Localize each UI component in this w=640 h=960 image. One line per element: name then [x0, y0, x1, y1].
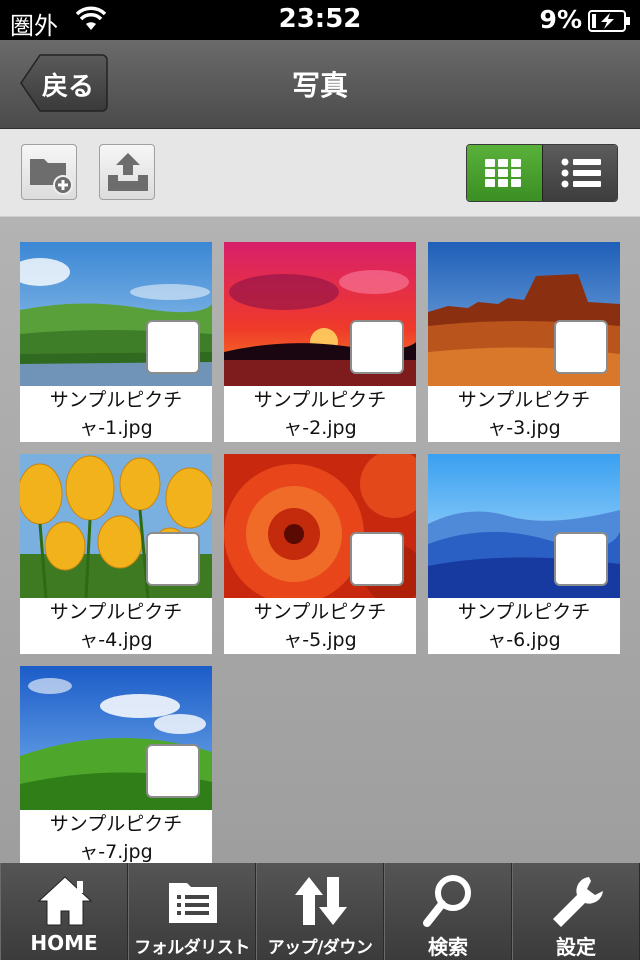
select-checkbox[interactable] — [146, 320, 200, 374]
select-checkbox[interactable] — [350, 320, 404, 374]
grid-view-button[interactable] — [467, 145, 542, 201]
folder-list-icon — [169, 883, 217, 923]
new-folder-icon — [30, 159, 73, 195]
tab-bar: HOME フォルダリスト アップ/ダウン 検索 設定 — [0, 863, 640, 960]
tab-settings[interactable]: 設定 — [512, 863, 640, 960]
list-icon — [561, 158, 601, 188]
battery-percent: 9% — [539, 5, 582, 34]
upload-button[interactable] — [99, 144, 155, 200]
view-mode-toggle — [466, 144, 618, 202]
photo-tile[interactable]: サンプルピクチ ャ-1.jpg — [20, 242, 212, 442]
tab-label: フォルダリスト — [134, 938, 250, 958]
wrench-icon — [553, 877, 603, 927]
page-title: 写真 — [291, 69, 348, 102]
photo-tile[interactable]: サンプルピクチ ャ-4.jpg — [20, 454, 212, 654]
toolbar — [0, 129, 640, 217]
photo-filename: サンプルピクチ ャ-3.jpg — [457, 389, 591, 439]
tab-home[interactable]: HOME — [0, 863, 128, 960]
photo-filename: サンプルピクチ ャ-4.jpg — [49, 601, 183, 651]
photo-tile[interactable]: サンプルピクチ ャ-7.jpg — [20, 666, 212, 866]
select-checkbox[interactable] — [146, 532, 200, 586]
photo-tile[interactable]: サンプルピクチ ャ-5.jpg — [224, 454, 416, 654]
up-down-arrows-icon — [295, 877, 347, 925]
photo-tile[interactable]: サンプルピクチ ャ-6.jpg — [428, 454, 620, 654]
battery-charging-icon — [588, 10, 632, 36]
upload-icon — [108, 153, 148, 191]
grid-icon — [485, 159, 521, 187]
photo-filename: サンプルピクチ ャ-5.jpg — [253, 601, 387, 651]
tab-label: HOME — [30, 931, 98, 955]
home-icon — [37, 876, 93, 926]
photo-filename: サンプルピクチ ャ-7.jpg — [49, 813, 183, 863]
status-bar: 圏外 23:52 9% — [0, 0, 640, 40]
tab-folder-list[interactable]: フォルダリスト — [128, 863, 256, 960]
tab-label: 設定 — [556, 935, 596, 959]
photo-filename: サンプルピクチ ャ-2.jpg — [253, 389, 387, 439]
photo-tile[interactable]: サンプルピクチ ャ-2.jpg — [224, 242, 416, 442]
select-checkbox[interactable] — [350, 532, 404, 586]
select-checkbox[interactable] — [554, 320, 608, 374]
select-checkbox[interactable] — [554, 532, 608, 586]
photo-filename: サンプルピクチ ャ-6.jpg — [457, 601, 591, 651]
list-view-button[interactable] — [542, 145, 617, 201]
navigation-bar: 戻る 写真 — [0, 40, 640, 129]
new-folder-button[interactable] — [21, 144, 77, 200]
tab-label: 検索 — [428, 935, 468, 959]
tab-up-down[interactable]: アップ/ダウン — [256, 863, 384, 960]
photo-filename: サンプルピクチ ャ-1.jpg — [49, 389, 183, 439]
tab-label: アップ/ダウン — [267, 938, 373, 958]
select-checkbox[interactable] — [146, 744, 200, 798]
search-icon — [423, 875, 471, 927]
photo-grid: サンプルピクチ ャ-1.jpg サンプルピクチ ャ-2.jpg サンプルピクチ … — [0, 217, 640, 866]
tab-search[interactable]: 検索 — [384, 863, 512, 960]
photo-tile[interactable]: サンプルピクチ ャ-3.jpg — [428, 242, 620, 442]
